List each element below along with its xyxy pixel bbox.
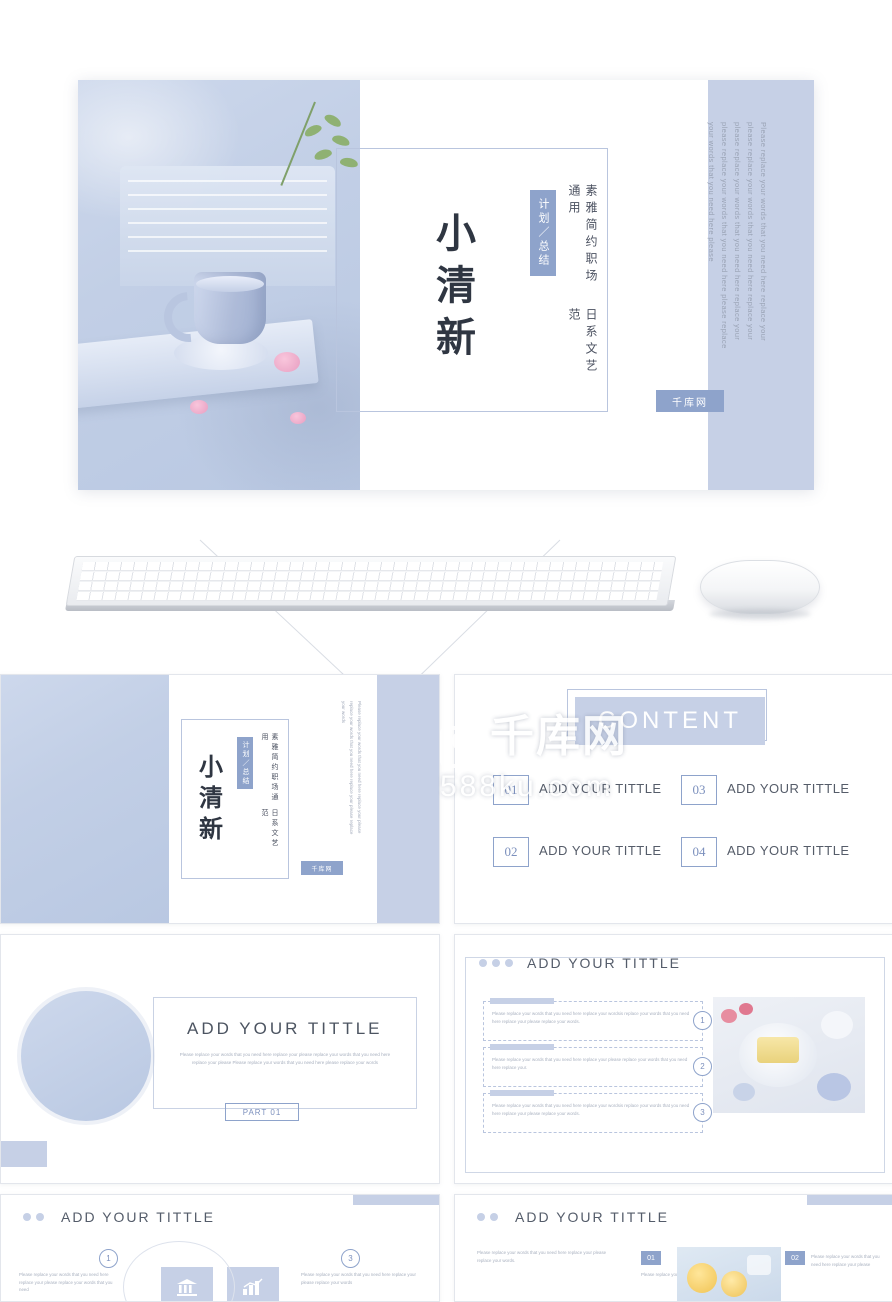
keyboard-row — [76, 592, 658, 601]
list-row-text: Please replace your words that you need … — [492, 1057, 688, 1070]
icons-right-text: Please replace your words that you need … — [301, 1272, 416, 1285]
chair-back-decor — [21, 991, 131, 1047]
content-number-04[interactable]: 04 — [681, 837, 717, 867]
plate-decor — [1, 785, 59, 807]
dots-decor — [479, 959, 513, 967]
leaf-stem-decor — [1, 856, 169, 923]
slide-content[interactable]: CONTENT 01 ADD YOUR TITTLE 02 ADD YOUR T… — [454, 674, 892, 924]
content-label-04[interactable]: ADD YOUR TITTLE — [727, 843, 850, 858]
slide-cover[interactable]: 小清新 计划／总结 素雅简约职场通用 日系文艺范 Please replace … — [0, 674, 440, 924]
list-row-text: Please replace your words that you need … — [492, 1011, 690, 1024]
dots-decor — [477, 1213, 498, 1221]
flower-decor — [817, 1073, 851, 1101]
content-label-02[interactable]: ADD YOUR TITTLE — [539, 843, 662, 858]
list-title: ADD YOUR TITTLE — [527, 955, 681, 971]
slide-cover-title: 小清新 — [199, 752, 223, 843]
icons-circle-decor — [123, 1241, 235, 1301]
keyboard-row — [81, 562, 664, 571]
lemon-decor — [721, 1271, 747, 1297]
numbered-title: ADD YOUR TITTLE — [515, 1209, 669, 1225]
hero-title: 小清新 — [436, 210, 478, 361]
cup-handle-decor — [21, 1091, 43, 1113]
icons-left-text: Please replace your words that you need … — [19, 1272, 113, 1292]
list-badge-1: 1 — [693, 1011, 712, 1030]
list-badge-2: 2 — [693, 1057, 712, 1076]
dots-decor — [23, 1213, 44, 1221]
list-row-2[interactable]: Please replace your words that you need … — [483, 1044, 703, 1087]
cake-decor — [757, 1037, 799, 1063]
chair-back-decor — [120, 166, 335, 286]
content-number-01[interactable]: 01 — [493, 775, 529, 805]
section-part-badge[interactable]: PART 01 — [225, 1103, 299, 1121]
slide-numbered[interactable]: ADD YOUR TITTLE Please replace your word… — [454, 1194, 892, 1302]
ice-decor — [747, 1255, 771, 1275]
flower-decor — [821, 1011, 853, 1039]
numbered-badge-01: 01 — [641, 1251, 661, 1265]
plate-decor — [21, 1113, 79, 1121]
flower-decor — [733, 1083, 755, 1101]
slide-list[interactable]: ADD YOUR TITTLE Please replace your word… — [454, 934, 892, 1184]
numbered-badge-02: 02 — [785, 1251, 805, 1265]
icons-title: ADD YOUR TITTLE — [61, 1209, 215, 1225]
row-accent-bar — [490, 1044, 554, 1050]
hero-slide-preview: 小清新 计划／总结 素雅简约职场通用 日系文艺范 Please replace … — [78, 80, 814, 490]
hero-vertical-paragraph: Please replace your words that you need … — [707, 122, 768, 349]
section-circle-photo — [17, 987, 155, 1125]
row-accent-bar — [490, 1090, 554, 1096]
icons-badge-right: 3 — [341, 1249, 360, 1268]
hero-text-panel: 小清新 计划／总结 素雅简约职场通用 日系文艺范 Please replace … — [336, 80, 814, 490]
slide-icons[interactable]: ADD YOUR TITTLE 1 3 Please replace your … — [0, 1194, 440, 1302]
strawberry-decor — [739, 1003, 753, 1015]
keyboard-row — [78, 582, 660, 591]
icons-badge-left: 1 — [99, 1249, 118, 1268]
slide-cover-subtitle-2: 日系文艺范 — [261, 809, 278, 849]
slide-cover-photo — [1, 675, 169, 923]
keyboard-keys — [76, 562, 664, 601]
hero-tag: 计划／总结 — [530, 190, 556, 276]
list-badge-3: 3 — [693, 1103, 712, 1122]
keyboard-mockup — [65, 556, 677, 618]
list-row-3[interactable]: Please replace your words that you need … — [483, 1090, 703, 1133]
section-corner-accent — [1, 1141, 47, 1167]
mouse-mockup — [700, 560, 820, 614]
content-header: CONTENT — [575, 697, 765, 745]
list-row-1[interactable]: Please replace your words that you need … — [483, 998, 703, 1041]
flower-decor — [274, 352, 300, 372]
book-decor — [1, 747, 151, 785]
section-title: ADD YOUR TITTLE — [187, 1019, 383, 1038]
keyboard-row — [79, 572, 662, 581]
cup-decor — [194, 272, 266, 344]
slide-cover-subtitle-1: 素雅简约职场通用 — [261, 733, 278, 803]
row-accent-bar — [490, 998, 554, 1004]
hero-brand-button[interactable]: 千库网 — [656, 390, 724, 412]
numbered-text-02: Please replace your words that you need … — [811, 1254, 880, 1267]
slide-cover-paragraph: Please replace your words that you need … — [341, 701, 362, 835]
cup-handle-decor — [1, 807, 23, 829]
slide-cover-accent-band — [377, 675, 439, 923]
hero-subtitle-2: 日系文艺范 — [567, 308, 598, 376]
numbered-corner-accent — [807, 1195, 892, 1205]
flower-decor — [190, 400, 208, 414]
content-number-02[interactable]: 02 — [493, 837, 529, 867]
section-body: Please replace your words that you need … — [179, 1052, 391, 1065]
list-photo — [713, 997, 865, 1113]
poster-page: 小清新 计划／总结 素雅简约职场通用 日系文艺范 Please replace … — [0, 0, 892, 1302]
slide-cover-brand-button[interactable]: 千库网 — [301, 861, 343, 875]
hero-photo — [78, 80, 360, 490]
slide-cover-tag: 计划／总结 — [237, 737, 253, 789]
numbered-photo — [677, 1247, 781, 1301]
content-label-03[interactable]: ADD YOUR TITTLE — [727, 781, 850, 796]
content-number-03[interactable]: 03 — [681, 775, 717, 805]
cup-decor — [21, 1047, 65, 1091]
lemon-decor — [687, 1263, 717, 1293]
icons-corner-accent — [353, 1195, 439, 1205]
slide-section[interactable]: ADD YOUR TITTLE Please replace your word… — [0, 934, 440, 1184]
hero-subtitle-1: 素雅简约职场通用 — [567, 184, 598, 286]
numbered-left-text: Please replace your words that you need … — [477, 1250, 607, 1263]
list-row-text: Please replace your words that you need … — [492, 1103, 690, 1116]
chair-back-decor — [1, 675, 129, 747]
content-label-01[interactable]: ADD YOUR TITTLE — [539, 781, 662, 796]
flower-decor — [290, 412, 306, 424]
strawberry-decor — [721, 1009, 737, 1023]
